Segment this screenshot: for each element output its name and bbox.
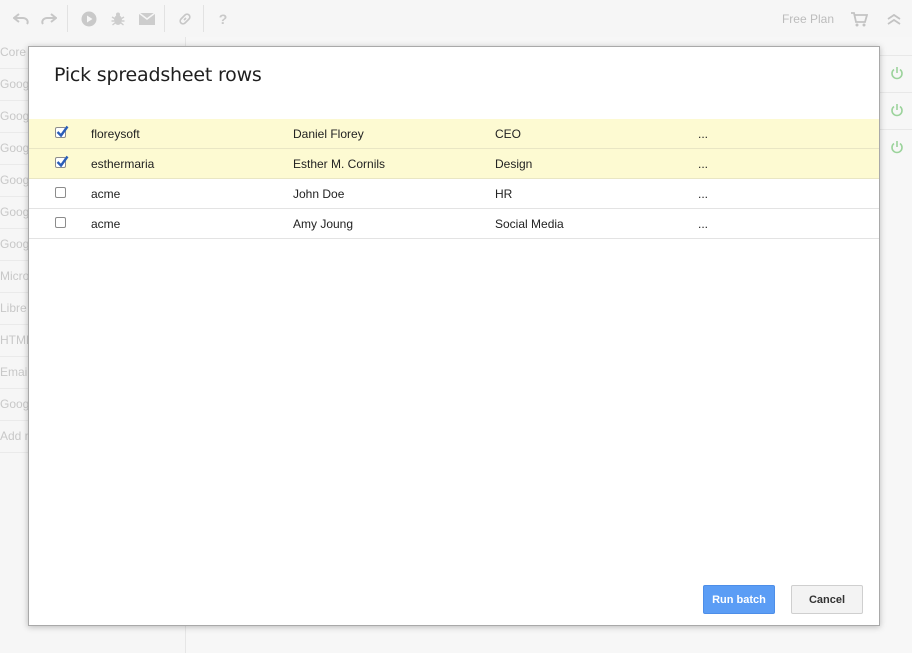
cell-role: Design xyxy=(495,157,533,171)
cell-more: ... xyxy=(698,187,709,201)
pick-rows-dialog: Pick spreadsheet rows floreysoft Daniel … xyxy=(28,46,880,626)
row-checkbox[interactable] xyxy=(55,217,66,228)
cell-more: ... xyxy=(698,217,709,231)
cell-name: Daniel Florey xyxy=(293,127,364,141)
toolbar: ? Free Plan xyxy=(0,0,912,38)
bug-icon[interactable] xyxy=(107,8,129,30)
cell-username: esthermaria xyxy=(91,157,155,171)
mail-icon[interactable] xyxy=(136,8,158,30)
redo-icon[interactable] xyxy=(38,8,60,30)
cell-more: ... xyxy=(698,127,709,141)
run-batch-button[interactable]: Run batch xyxy=(703,585,775,614)
cell-role: HR xyxy=(495,187,513,201)
cell-more: ... xyxy=(698,157,709,171)
table-row[interactable]: floreysoft Daniel Florey CEO ... xyxy=(29,119,879,149)
play-icon[interactable] xyxy=(78,8,100,30)
checkmark-icon xyxy=(56,155,69,168)
dialog-title: Pick spreadsheet rows xyxy=(54,64,262,86)
table-row[interactable]: esthermaria Esther M. Cornils Design ... xyxy=(29,149,879,179)
cell-username: acme xyxy=(91,187,121,201)
cell-role: Social Media xyxy=(495,217,564,231)
table-row[interactable]: acme Amy Joung Social Media ... xyxy=(29,209,879,239)
cell-username: acme xyxy=(91,217,121,231)
plan-label[interactable]: Free Plan xyxy=(782,12,834,26)
undo-icon[interactable] xyxy=(10,8,32,30)
help-icon[interactable]: ? xyxy=(212,8,234,30)
row-checkbox[interactable] xyxy=(55,187,66,198)
link-icon[interactable] xyxy=(174,8,196,30)
cancel-button[interactable]: Cancel xyxy=(791,585,863,614)
cart-icon[interactable] xyxy=(848,8,870,30)
rows-table: floreysoft Daniel Florey CEO ... estherm… xyxy=(29,119,879,239)
power-icon[interactable] xyxy=(890,140,904,154)
cell-username: floreysoft xyxy=(91,127,140,141)
row-checkbox[interactable] xyxy=(55,125,69,138)
collapse-icon[interactable] xyxy=(883,8,905,30)
cell-name: Amy Joung xyxy=(293,217,354,231)
row-checkbox[interactable] xyxy=(55,155,69,168)
power-icon[interactable] xyxy=(890,66,904,80)
cell-name: Esther M. Cornils xyxy=(293,157,386,171)
checkmark-icon xyxy=(56,125,69,138)
cell-name: John Doe xyxy=(293,187,345,201)
cell-role: CEO xyxy=(495,127,522,141)
power-icon[interactable] xyxy=(890,103,904,117)
table-row[interactable]: acme John Doe HR ... xyxy=(29,179,879,209)
